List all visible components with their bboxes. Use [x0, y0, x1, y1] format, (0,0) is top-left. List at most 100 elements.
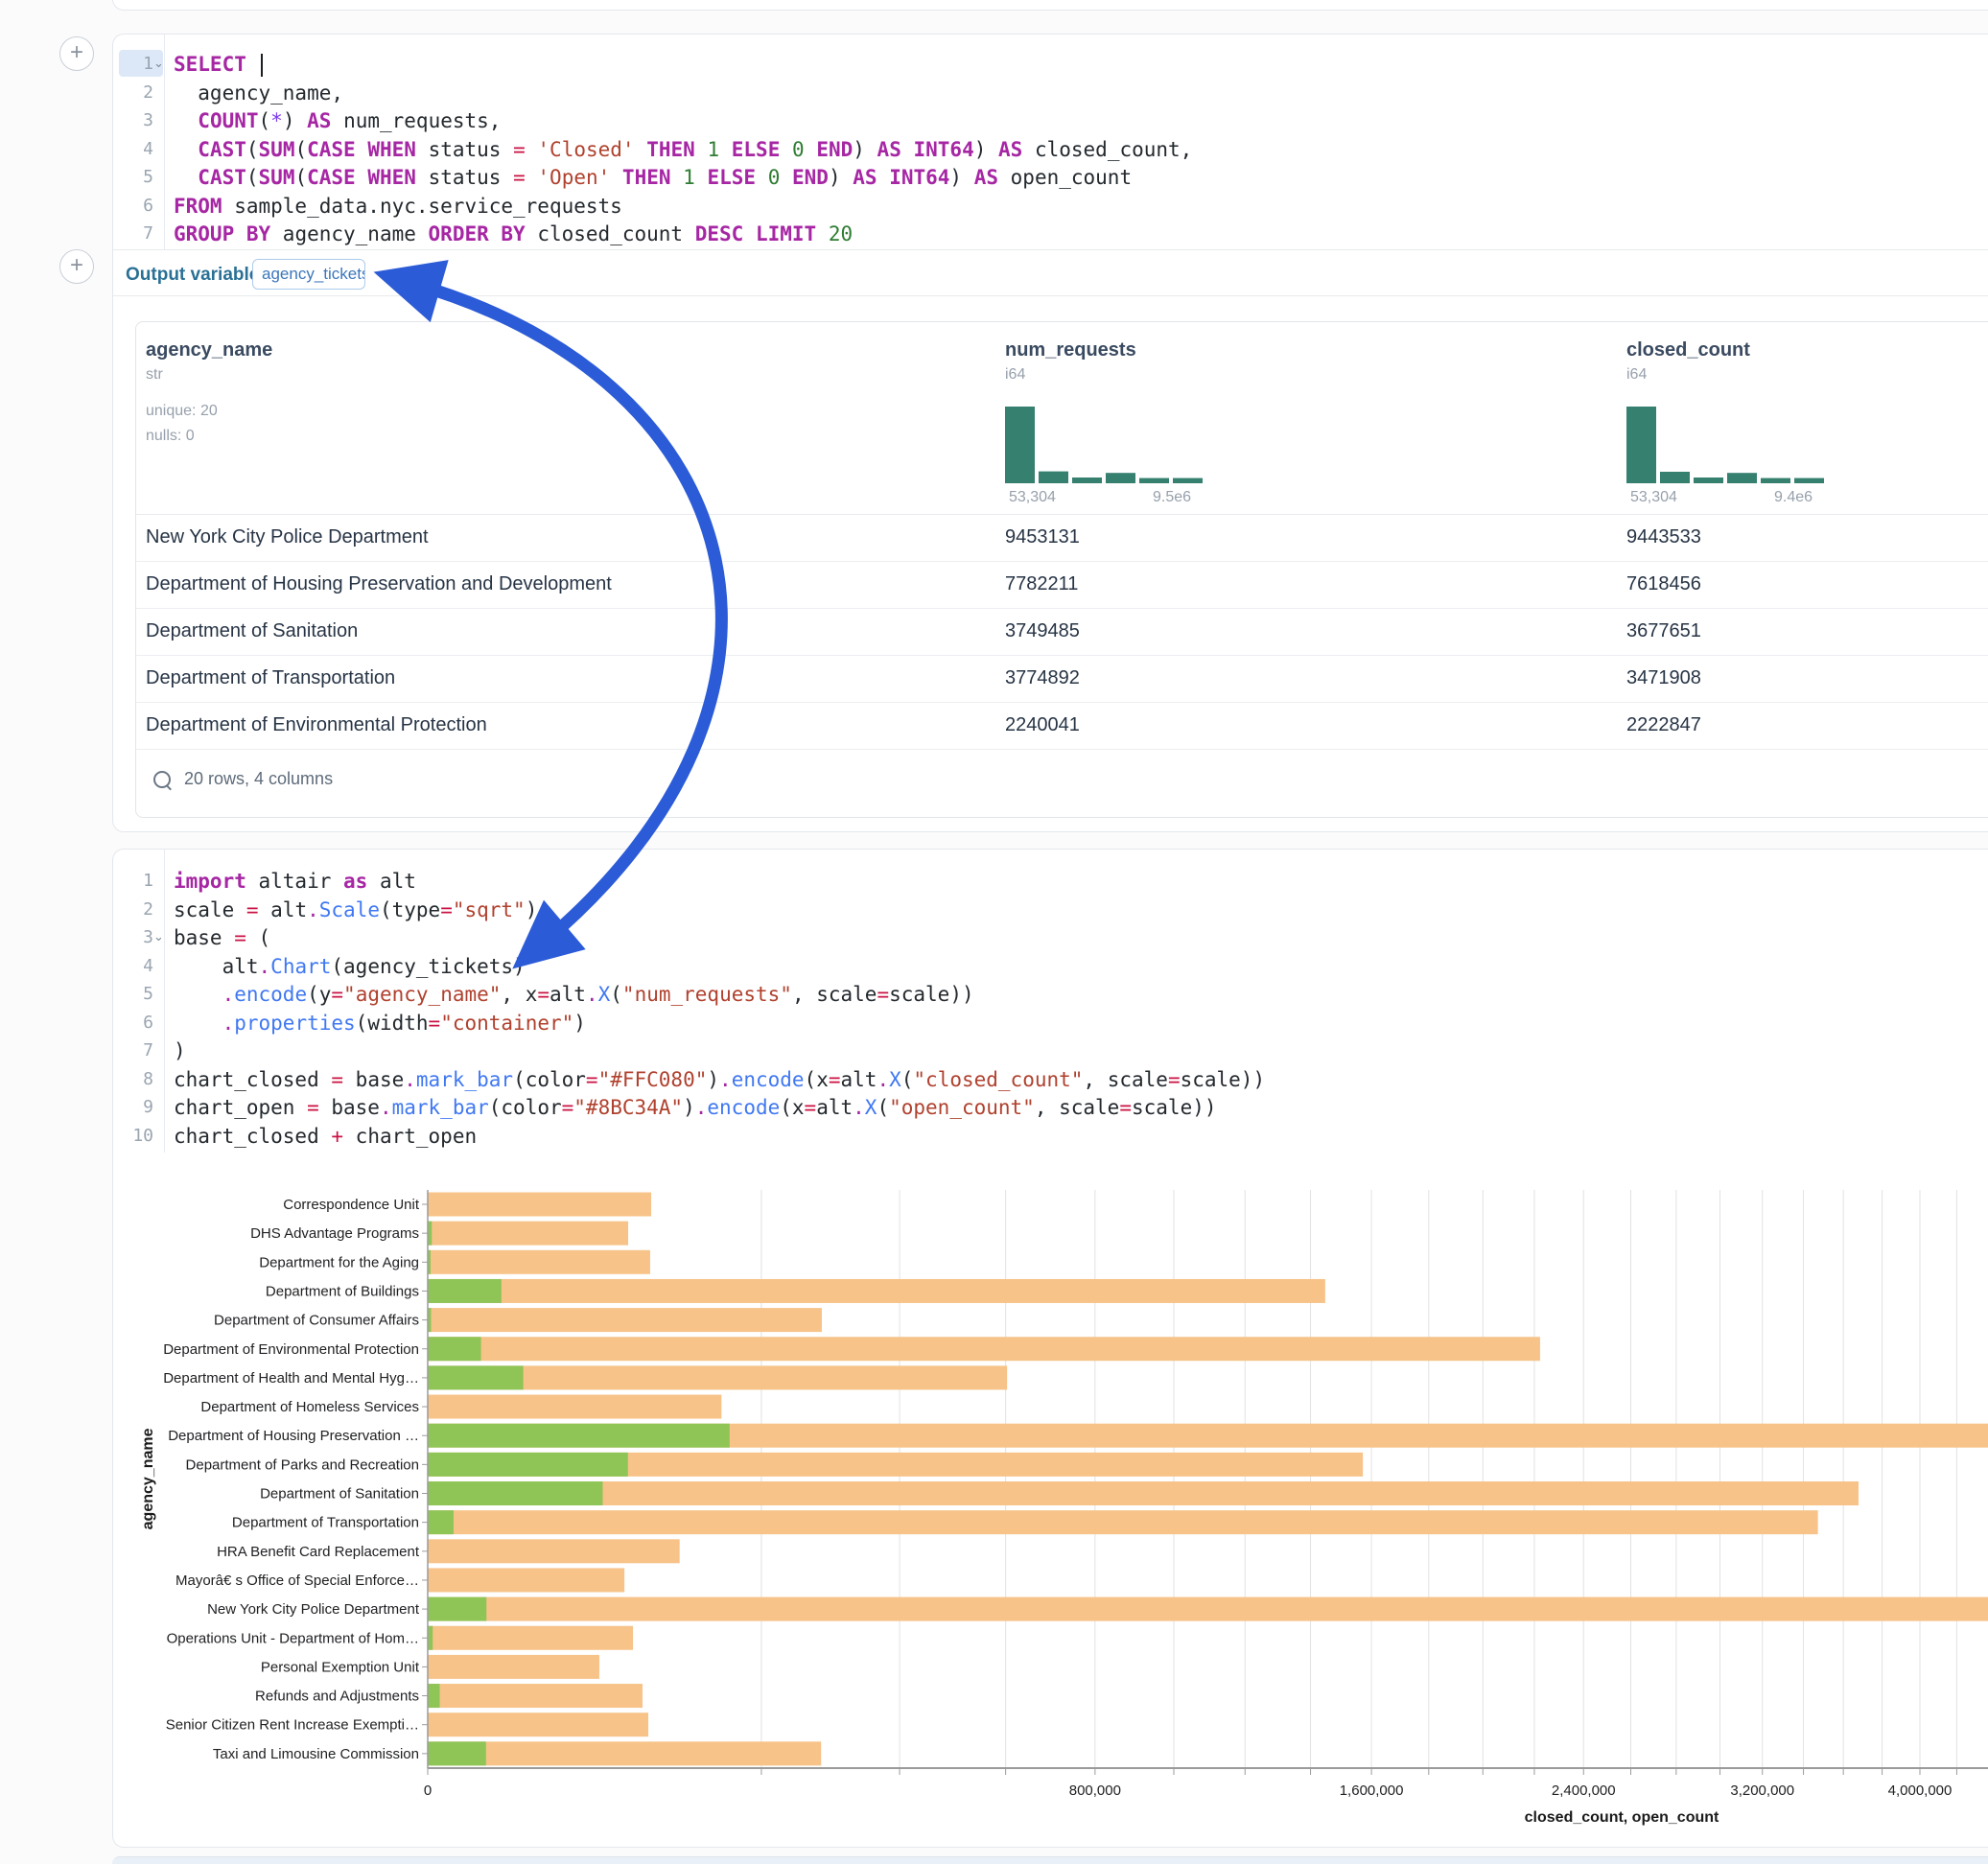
svg-text:Department of Sanitation: Department of Sanitation [260, 1486, 419, 1503]
column-unique-stat: unique: 20 [146, 403, 218, 420]
svg-text:Mayorâ€ s Office of Special En: Mayorâ€ s Office of Special Enforce… [175, 1573, 419, 1589]
fold-chevron-icon[interactable]: ⌄ [153, 923, 167, 952]
cell-closed-count: 3677651 [1626, 620, 1701, 642]
line-number: 8 [113, 1065, 153, 1094]
cell-closed-count: 2222847 [1626, 714, 1701, 736]
table-row[interactable]: New York City Police Department 9453131 … [136, 514, 1988, 562]
column-header-closed-count[interactable]: closed_count [1626, 339, 1750, 361]
add-cell-button-output[interactable]: + [59, 249, 94, 284]
add-cell-button-top[interactable]: + [59, 36, 94, 71]
column-type-agency-name: str [146, 366, 163, 384]
hist-min-num-requests: 53,304 [1009, 489, 1056, 506]
svg-text:Department of Buildings: Department of Buildings [266, 1283, 419, 1299]
svg-text:Department of Homeless Service: Department of Homeless Services [200, 1399, 419, 1415]
code-line[interactable]: GROUP BY agency_name ORDER BY closed_cou… [174, 220, 853, 248]
code-line[interactable]: FROM sample_data.nyc.service_requests [174, 192, 622, 221]
cell-agency-name: Department of Environmental Protection [146, 714, 487, 736]
agency-bar-chart: Correspondence UnitDHS Advantage Program… [126, 1166, 1988, 1837]
code-line[interactable]: chart_closed = base.mark_bar(color="#FFC… [174, 1065, 1265, 1094]
svg-text:Department of Parks and Recrea: Department of Parks and Recreation [186, 1456, 419, 1473]
code-line[interactable]: CAST(SUM(CASE WHEN status = 'Closed' THE… [174, 135, 1192, 164]
cell-num-requests: 3749485 [1005, 620, 1080, 642]
output-variable-pill[interactable]: agency_tickets [252, 259, 365, 290]
output-variable-label: Output variable: [126, 265, 266, 286]
text-cursor [261, 54, 263, 77]
python-editor[interactable]: 1 import altair as alt 2 scale = alt.Scale(… [113, 850, 1988, 1153]
line-number: 3 [113, 923, 153, 952]
hist-min-closed-count: 53,304 [1630, 489, 1677, 506]
code-line[interactable]: COUNT(*) AS num_requests, [174, 106, 501, 135]
svg-text:Department of Housing Preserva: Department of Housing Preservation … [168, 1428, 419, 1444]
closed-count-histogram [1626, 403, 1828, 483]
hist-max-closed-count: 9.4e6 [1774, 489, 1813, 506]
table-row[interactable]: Department of Transportation 3774892 347… [136, 655, 1988, 703]
svg-text:Department for the Aging: Department for the Aging [259, 1254, 419, 1270]
line-number: 2 [113, 79, 153, 107]
table-row[interactable]: Department of Environmental Protection 2… [136, 702, 1988, 750]
line-number: 4 [113, 952, 153, 981]
code-line[interactable]: base = ( [174, 923, 270, 952]
code-line[interactable]: agency_name, [174, 79, 343, 107]
code-line[interactable]: chart_open = base.mark_bar(color="#8BC34… [174, 1093, 1217, 1122]
code-line[interactable]: .properties(width="container") [174, 1009, 586, 1037]
line-number: 1 [113, 867, 153, 896]
cell-num-requests: 3774892 [1005, 667, 1080, 689]
hist-max-num-requests: 9.5e6 [1153, 489, 1191, 506]
code-line[interactable]: CAST(SUM(CASE WHEN status = 'Open' THEN … [174, 163, 1132, 192]
python-cell: 1 import altair as alt 2 scale = alt.Scale(… [112, 849, 1988, 1848]
line-number: 5 [113, 163, 153, 192]
svg-text:1,600,000: 1,600,000 [1340, 1782, 1404, 1799]
cell-closed-count: 9443533 [1626, 526, 1701, 548]
table-row[interactable]: Department of Housing Preservation and D… [136, 561, 1988, 609]
next-cell-edge[interactable] [112, 1856, 1988, 1864]
line-number: 7 [113, 1037, 153, 1065]
line-number: 1 [113, 50, 153, 79]
line-number: 2 [113, 896, 153, 924]
svg-text:HRA Benefit Card Replacement: HRA Benefit Card Replacement [217, 1544, 420, 1560]
results-table: agency_name str unique: 20 nulls: 0 num_… [135, 321, 1988, 818]
output-section-divider [113, 295, 1988, 296]
line-number: 6 [113, 1009, 153, 1037]
svg-text:4,000,000: 4,000,000 [1888, 1782, 1953, 1799]
code-line[interactable]: .encode(y="agency_name", x=alt.X("num_re… [174, 980, 974, 1009]
svg-text:2,400,000: 2,400,000 [1552, 1782, 1616, 1799]
line-number: 7 [113, 220, 153, 248]
cell-num-requests: 9453131 [1005, 526, 1080, 548]
sql-editor[interactable]: 1⌄SELECT 2 agency_name,3 COUNT(*) AS num… [113, 35, 1988, 249]
cell-agency-name: Department of Transportation [146, 667, 395, 689]
cell-closed-count: 7618456 [1626, 573, 1701, 595]
line-number: 4 [113, 135, 153, 164]
svg-text:agency_name: agency_name [140, 1428, 156, 1529]
svg-text:Senior Citizen Rent Increase E: Senior Citizen Rent Increase Exempti… [166, 1717, 419, 1734]
line-number: 10 [113, 1122, 153, 1151]
code-line[interactable]: SELECT [174, 50, 263, 79]
line-number: 9 [113, 1093, 153, 1122]
svg-text:Refunds and Adjustments: Refunds and Adjustments [255, 1689, 419, 1705]
code-line[interactable]: ) [174, 1037, 186, 1065]
svg-text:Taxi and Limousine Commission: Taxi and Limousine Commission [213, 1746, 419, 1762]
column-header-agency-name[interactable]: agency_name [146, 339, 272, 361]
notebook-page: + + 1⌄SELECT 2 agency_name,3 COUNT(*) AS… [0, 0, 1988, 1864]
cell-agency-name: Department of Sanitation [146, 620, 358, 642]
cell-agency-name: New York City Police Department [146, 526, 429, 548]
svg-text:0: 0 [424, 1782, 432, 1799]
code-line[interactable]: scale = alt.Scale(type="sqrt") [174, 896, 537, 924]
cell-divider [113, 249, 1988, 250]
column-type-closed-count: i64 [1626, 366, 1647, 384]
code-line[interactable]: import altair as alt [174, 867, 416, 896]
fold-chevron-icon[interactable]: ⌄ [153, 50, 167, 79]
cell-num-requests: 7782211 [1005, 573, 1078, 595]
svg-text:Department of Consumer Affairs: Department of Consumer Affairs [214, 1313, 419, 1329]
table-row[interactable]: Department of Sanitation 3749485 3677651 [136, 608, 1988, 656]
search-icon[interactable] [153, 771, 171, 788]
code-line[interactable]: alt.Chart(agency_tickets) [174, 952, 526, 981]
svg-text:Department of Environmental Pr: Department of Environmental Protection [163, 1341, 419, 1358]
column-nulls-stat: nulls: 0 [146, 428, 195, 445]
column-type-num-requests: i64 [1005, 366, 1025, 384]
svg-text:New York City Police Departmen: New York City Police Department [207, 1601, 420, 1618]
column-header-num-requests[interactable]: num_requests [1005, 339, 1136, 361]
line-number: 5 [113, 980, 153, 1009]
code-line[interactable]: chart_closed + chart_open [174, 1122, 477, 1151]
svg-text:Operations Unit - Department o: Operations Unit - Department of Hom… [167, 1630, 419, 1646]
sql-cell: 1⌄SELECT 2 agency_name,3 COUNT(*) AS num… [112, 34, 1988, 832]
